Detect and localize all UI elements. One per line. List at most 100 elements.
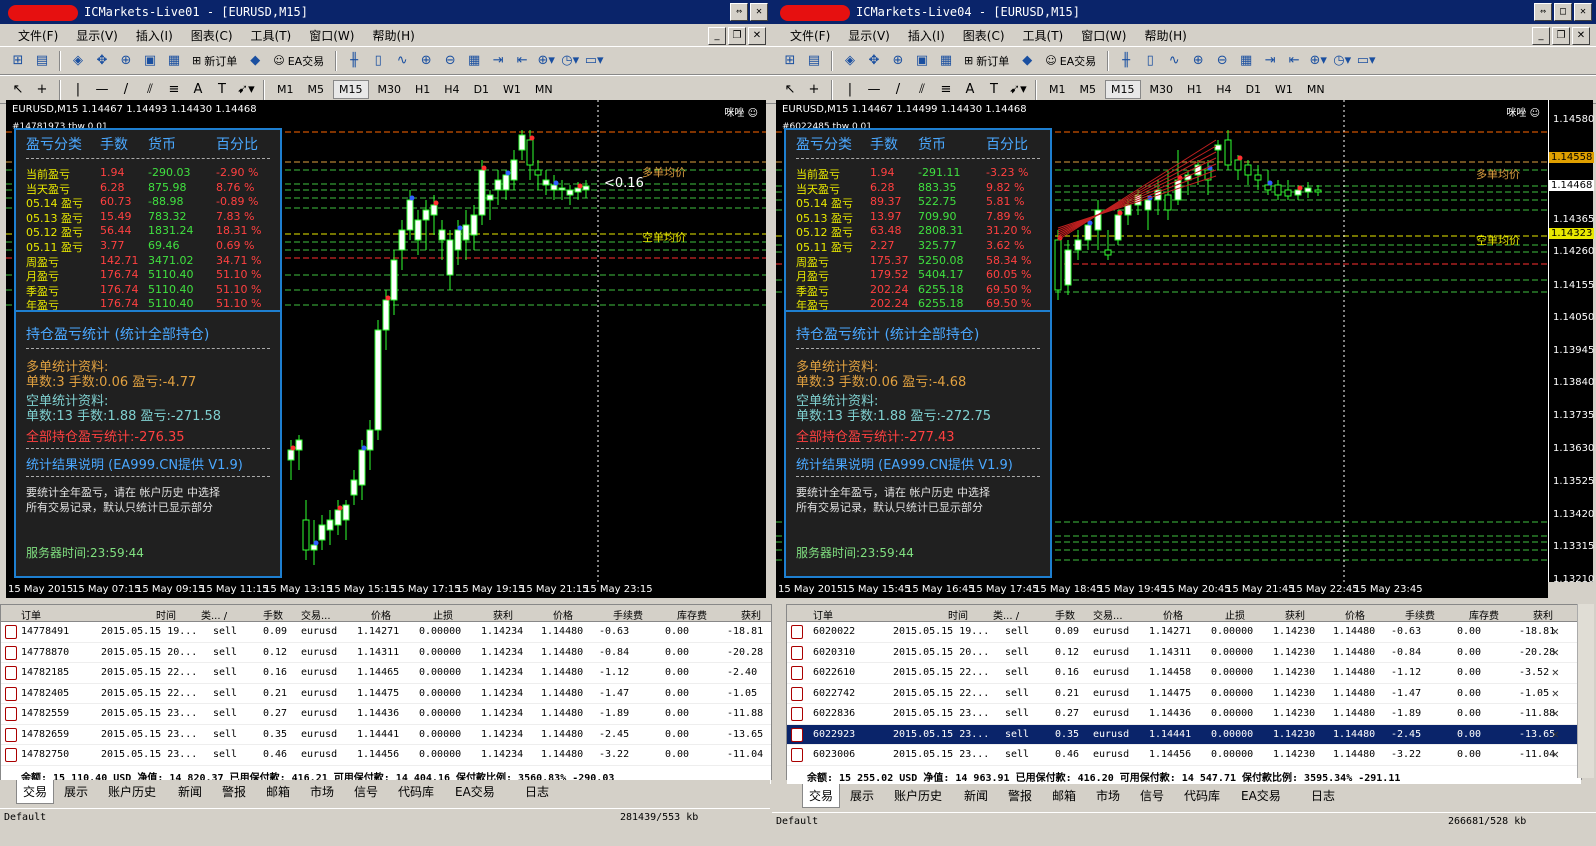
menu-tools[interactable]: 工具(T) (1023, 27, 1064, 44)
tab-4[interactable]: 警报 (1004, 787, 1036, 804)
vertical-line-icon[interactable]: | (840, 80, 860, 100)
col-header[interactable]: 类... / (201, 607, 227, 622)
cursor-icon[interactable]: ↖ (780, 80, 800, 100)
tf-h4[interactable]: H4 (439, 81, 464, 98)
periods-icon[interactable]: ◷▾ (560, 51, 580, 71)
col-header[interactable]: 价格 (553, 607, 573, 622)
table-row[interactable]: 6022923 2015.05.15 23... sell 0.35 eurusd 1.1… (787, 724, 1581, 745)
restore-button[interactable]: ⇔ (1534, 3, 1552, 21)
maximize-button[interactable]: □ (1554, 3, 1572, 21)
periods-icon[interactable]: ◷▾ (1332, 51, 1352, 71)
zoom-out-icon[interactable]: ⊖ (440, 51, 460, 71)
tab-8[interactable]: 代码库 (1180, 787, 1224, 804)
col-header[interactable]: 获利 (741, 607, 761, 622)
autoscroll-icon[interactable]: ⇥ (488, 51, 508, 71)
col-header[interactable]: 交易... (301, 607, 331, 622)
col-header[interactable]: 订单 (813, 607, 833, 622)
new-chart-icon[interactable]: ⊞ (8, 51, 28, 71)
table-row[interactable]: 6022742 2015.05.15 22... sell 0.21 eurusd 1.1… (787, 684, 1581, 704)
crosshair-icon[interactable]: + (804, 80, 824, 100)
data-window-icon[interactable]: ⊕ (888, 51, 908, 71)
line-chart-icon[interactable]: ∿ (392, 51, 412, 71)
tf-m1[interactable]: M1 (272, 81, 299, 98)
bar-chart-icon[interactable]: ╫ (344, 51, 364, 71)
menu-help[interactable]: 帮助(H) (1144, 27, 1186, 44)
col-header[interactable]: 时间 (156, 607, 176, 622)
tab-4[interactable]: 警报 (218, 783, 250, 800)
candle-chart-icon[interactable]: ▯ (368, 51, 388, 71)
col-header[interactable]: 交易... (1093, 607, 1123, 622)
menu-help[interactable]: 帮助(H) (372, 27, 414, 44)
tester-icon[interactable]: ▦ (936, 51, 956, 71)
menu-file[interactable]: 文件(F) (18, 27, 58, 44)
navigator-icon[interactable]: ✥ (92, 51, 112, 71)
tile-windows-icon[interactable]: ▦ (464, 51, 484, 71)
tf-mn[interactable]: MN (1302, 81, 1330, 98)
restore-button[interactable]: ⇔ (730, 3, 748, 21)
tab-6[interactable]: 市场 (306, 783, 338, 800)
tab-7[interactable]: 信号 (350, 783, 382, 800)
new-order-button[interactable]: ⊞ 新订单 (960, 51, 1013, 71)
tile-windows-icon[interactable]: ▦ (1236, 51, 1256, 71)
fibonacci-icon[interactable]: ≡ (164, 80, 184, 100)
tab-10[interactable]: 日志 (1307, 787, 1339, 804)
arrows-icon[interactable]: ➹▾ (236, 80, 256, 100)
new-chart-icon[interactable]: ⊞ (780, 51, 800, 71)
close-order-icon[interactable]: ✕ (1552, 706, 1559, 720)
cursor-icon[interactable]: ↖ (8, 80, 28, 100)
tab-3[interactable]: 新闻 (960, 787, 992, 804)
tf-m15[interactable]: M15 (333, 80, 369, 99)
right-price-chart[interactable]: EURUSD,M15 1.14467 1.14499 1.14430 1.144… (776, 100, 1595, 598)
new-order-button[interactable]: ⊞ 新订单 (188, 51, 241, 71)
col-header[interactable]: 价格 (1163, 607, 1183, 622)
ea-trading-button[interactable]: ☺ EA交易 (269, 51, 328, 71)
tf-d1[interactable]: D1 (469, 81, 494, 98)
tab-5[interactable]: 邮箱 (262, 783, 294, 800)
line-chart-icon[interactable]: ∿ (1164, 51, 1184, 71)
tf-d1[interactable]: D1 (1241, 81, 1266, 98)
tf-h4[interactable]: H4 (1211, 81, 1236, 98)
close-order-icon[interactable]: ✕ (1552, 665, 1559, 679)
tf-m5[interactable]: M5 (303, 81, 330, 98)
col-header[interactable]: 获利 (1285, 607, 1305, 622)
col-header[interactable]: 手数 (263, 607, 283, 622)
tab-6[interactable]: 市场 (1092, 787, 1124, 804)
market-watch-icon[interactable]: ◈ (840, 51, 860, 71)
chart-shift-icon[interactable]: ⇤ (512, 51, 532, 71)
tf-h1[interactable]: H1 (410, 81, 435, 98)
col-header[interactable]: 库存费 (1469, 607, 1499, 622)
crosshair-icon[interactable]: + (32, 80, 52, 100)
tab-9[interactable]: EA交易 (451, 783, 499, 800)
tab-2[interactable]: 账户历史 (104, 783, 160, 800)
label-icon[interactable]: T (212, 80, 232, 100)
bar-chart-icon[interactable]: ╫ (1116, 51, 1136, 71)
col-header[interactable]: 类... / (993, 607, 1019, 622)
label-icon[interactable]: T (984, 80, 1004, 100)
tf-m30[interactable]: M30 (1145, 81, 1179, 98)
table-row[interactable]: 14778870 2015.05.15 20... sell 0.12 eurusd 1.… (1, 643, 771, 663)
menu-insert[interactable]: 插入(I) (908, 27, 945, 44)
col-header[interactable]: 价格 (1345, 607, 1365, 622)
col-header[interactable]: 获利 (1533, 607, 1553, 622)
mdi-close-button[interactable]: ✕ (1572, 27, 1590, 45)
profiles-icon[interactable]: ▤ (804, 51, 824, 71)
zoom-in-icon[interactable]: ⊕ (416, 51, 436, 71)
tab-3[interactable]: 新闻 (174, 783, 206, 800)
metaeditor-icon[interactable]: ◆ (245, 51, 265, 71)
templates-icon[interactable]: ▭▾ (1356, 51, 1376, 71)
trendline-icon[interactable]: / (888, 80, 908, 100)
indicators-icon[interactable]: ⊕▾ (536, 51, 556, 71)
col-header[interactable]: 库存费 (677, 607, 707, 622)
mdi-restore-button[interactable]: ❐ (728, 27, 746, 45)
table-row[interactable]: 14778491 2015.05.15 19... sell 0.09 eurusd 1.… (1, 622, 771, 643)
close-button[interactable]: ✕ (750, 3, 768, 21)
tab-1[interactable]: 展示 (846, 787, 878, 804)
col-header[interactable]: 手续费 (613, 607, 643, 622)
ea-trading-button[interactable]: ☺ EA交易 (1041, 51, 1100, 71)
terminal-icon[interactable]: ▣ (140, 51, 160, 71)
close-order-icon[interactable]: ✕ (1552, 624, 1559, 638)
table-row[interactable]: 14782559 2015.05.15 23... sell 0.27 eurusd 1.… (1, 704, 771, 725)
menu-view[interactable]: 显示(V) (76, 27, 118, 44)
horizontal-line-icon[interactable]: — (92, 80, 112, 100)
vertical-line-icon[interactable]: | (68, 80, 88, 100)
